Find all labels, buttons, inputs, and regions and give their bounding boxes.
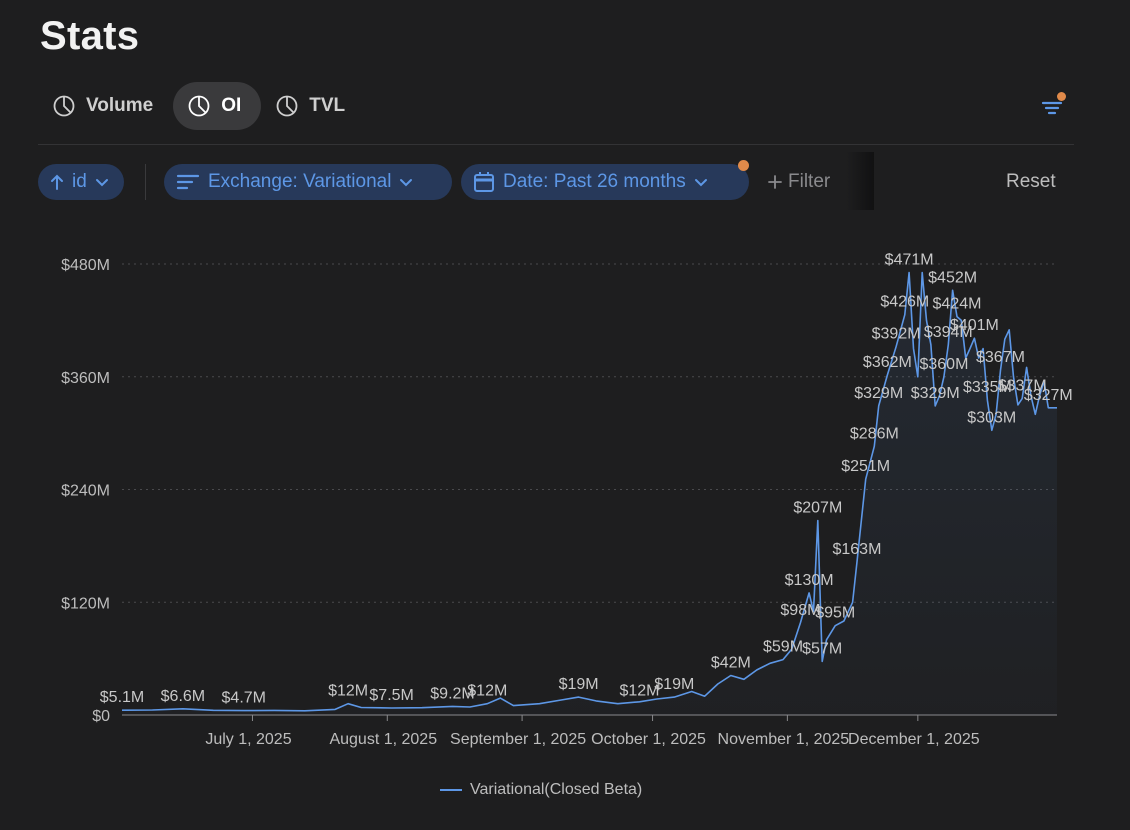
data-label: $251M [841, 458, 890, 475]
tab-oi[interactable]: OI [173, 82, 262, 130]
legend-swatch [440, 789, 462, 791]
data-label: $130M [785, 572, 834, 589]
legend-label: Variational(Closed Beta) [470, 781, 643, 798]
data-label: $392M [872, 326, 921, 343]
data-label: $57M [802, 640, 842, 657]
chevron-down-icon [694, 179, 707, 187]
notification-dot [738, 160, 749, 171]
data-label: $95M [815, 605, 855, 622]
exchange-chip[interactable]: Exchange: Variational [164, 164, 452, 200]
tab-label: Volume [86, 95, 154, 116]
data-label: $303M [967, 409, 1016, 426]
x-tick-label: October 1, 2025 [591, 731, 706, 748]
pie-chart-icon [53, 95, 75, 117]
data-label: $362M [863, 354, 912, 371]
date-chip[interactable]: Date: Past 26 months [461, 164, 749, 200]
tab-label: OI [221, 95, 242, 116]
plus-icon [768, 175, 782, 189]
tab-label: TVL [309, 95, 346, 116]
data-label: $59M [763, 639, 803, 656]
data-label: $401M [950, 317, 999, 334]
filter-lines-icon[interactable] [1040, 92, 1066, 118]
y-tick-label: $360M [61, 370, 110, 387]
tab-tvl[interactable]: TVL [261, 82, 365, 130]
pie-chart-icon [188, 95, 210, 117]
add-filter-label: Filter [788, 171, 831, 192]
data-label: $5.1M [100, 689, 144, 706]
data-label: $4.7M [222, 690, 266, 707]
date-chip-label: Date: Past 26 months [503, 171, 686, 192]
sort-chip[interactable]: id [38, 164, 124, 200]
data-label: $42M [711, 655, 751, 672]
chart-legend[interactable]: Variational(Closed Beta) [440, 781, 642, 799]
data-label: $360M [919, 356, 968, 373]
x-tick-label: December 1, 2025 [848, 731, 980, 748]
y-tick-label: $480M [61, 257, 110, 274]
data-label: $367M [976, 349, 1025, 366]
tab-volume[interactable]: Volume [38, 82, 173, 130]
x-tick-label: August 1, 2025 [329, 731, 437, 748]
data-label: $471M [885, 251, 934, 268]
data-label: $207M [793, 500, 842, 517]
reset-button[interactable]: Reset [1006, 164, 1056, 200]
data-label: $6.6M [161, 688, 205, 705]
data-label: $327M [1024, 387, 1073, 404]
data-label: $424M [933, 296, 982, 313]
add-filter-button[interactable]: Filter [768, 164, 830, 200]
data-label: $329M [911, 385, 960, 402]
filter-bar: id Exchange: Variational Date: Past 26 m… [38, 152, 1078, 210]
data-label: $163M [832, 541, 881, 558]
chevron-down-icon [95, 179, 108, 187]
x-tick-label: September 1, 2025 [450, 731, 586, 748]
y-tick-label: $0 [92, 708, 110, 725]
data-label: $329M [854, 385, 903, 402]
data-label: $7.5M [369, 687, 413, 704]
data-label: $286M [850, 425, 899, 442]
data-label: $19M [654, 676, 694, 693]
chevron-down-icon [400, 179, 413, 187]
data-label: $12M [328, 683, 368, 700]
toolbar-separator [145, 164, 146, 200]
page-title: Stats [40, 14, 140, 58]
sort-chip-label: id [72, 171, 87, 192]
header-divider [38, 144, 1074, 145]
scroll-fade [846, 152, 874, 210]
metric-tabs: Volume OI TVL [38, 82, 365, 130]
data-label: $452M [928, 269, 977, 286]
pie-chart-icon [276, 95, 298, 117]
data-label: $19M [559, 676, 599, 693]
y-tick-label: $120M [61, 595, 110, 612]
x-tick-label: November 1, 2025 [718, 731, 850, 748]
y-tick-label: $240M [61, 483, 110, 500]
exchange-chip-label: Exchange: Variational [208, 171, 392, 192]
calendar-icon [474, 172, 494, 192]
notification-dot [1057, 92, 1066, 101]
oi-chart: $0 $120M $240M $360M $480M July 1, 2025 August… [61, 251, 1073, 748]
arrow-up-icon [51, 174, 63, 190]
data-label: $426M [880, 294, 929, 311]
filter-lines-icon [176, 174, 200, 190]
data-label: $12M [467, 683, 507, 700]
x-tick-label: July 1, 2025 [205, 731, 291, 748]
